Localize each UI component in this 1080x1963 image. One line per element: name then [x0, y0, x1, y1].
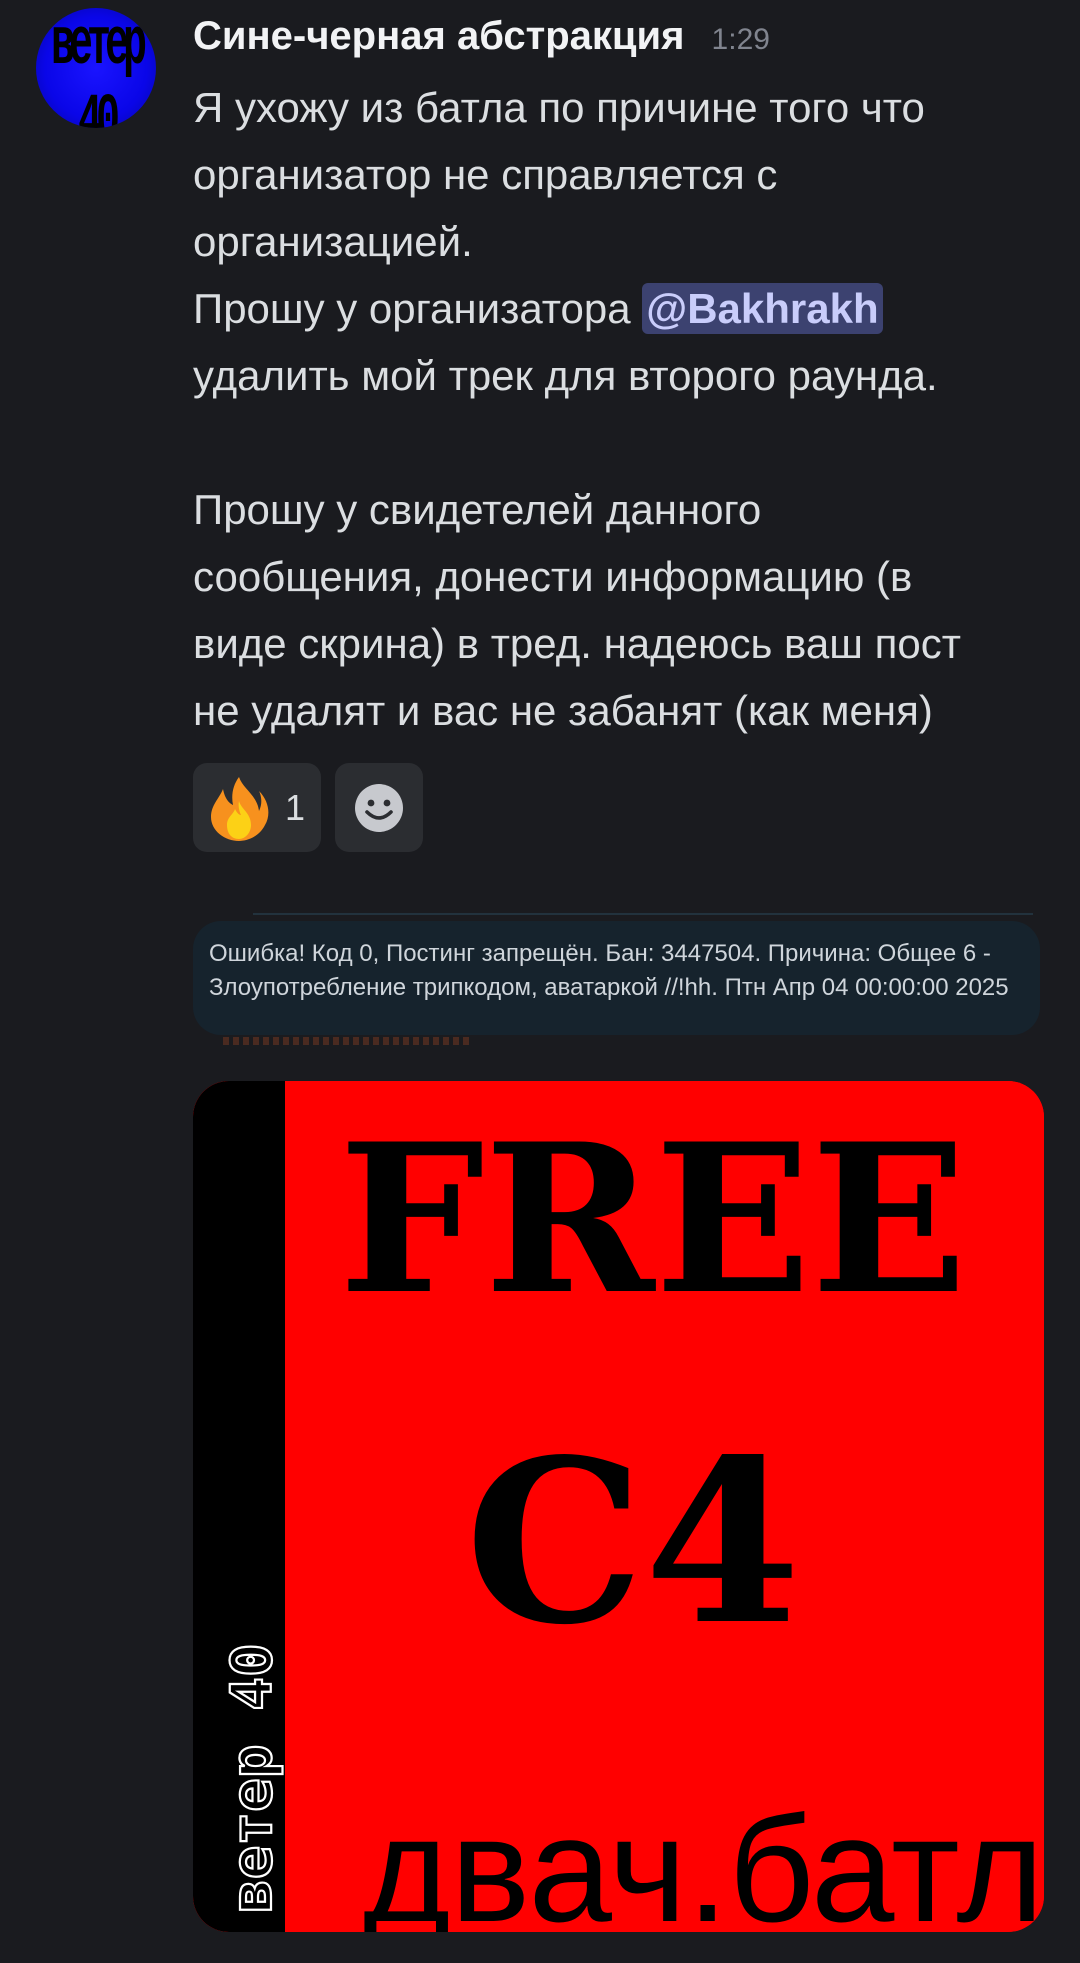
reaction-count: 1 — [285, 787, 306, 828]
error-notice: Ошибка! Код 0, Постинг запрещён. Бан: 34… — [193, 921, 1040, 1035]
divider — [253, 913, 1033, 915]
text-line: Я ухожу из батла по причине того что — [193, 84, 925, 131]
text-line: удалить мой трек для второго раунда. — [193, 352, 938, 399]
embedded-screenshot[interactable]: Ошибка! Код 0, Постинг запрещён. Бан: 34… — [193, 913, 1040, 1045]
paragraph-3: Прошу у свидетелей данного сообщения, до… — [193, 476, 1053, 744]
avatar-label: ветер 40 — [50, 8, 147, 129]
text-line: виде скрина) в тред. надеюсь ваш пост — [193, 620, 961, 667]
timestamp: 1:29 — [711, 23, 770, 56]
username[interactable]: Сине-черная абстракция — [193, 14, 684, 58]
cover-side-text: ветер 40 — [220, 1643, 285, 1913]
paragraph-2: Прошу у организатора @Bakhrakh удалить м… — [193, 275, 1053, 409]
add-reaction-icon — [355, 783, 403, 832]
text-line: Прошу у организатора — [193, 285, 643, 332]
error-text: Ошибка! Код 0, Постинг запрещён. Бан: 34… — [209, 940, 1009, 1001]
paragraph-1: Я ухожу из батла по причине того что орг… — [193, 74, 1053, 275]
reaction-fire[interactable]: 1 — [193, 763, 321, 852]
message-header: Сине-черная абстракция 1:29 — [193, 14, 770, 74]
cover-art: FREE C4 двач.батл ветер 40 — [193, 1081, 1044, 1932]
avatar[interactable]: ветер 40 — [36, 8, 156, 128]
cover-title-line2: C4 — [465, 1411, 801, 1675]
text-line: организацией. — [193, 218, 473, 265]
text-line: сообщения, донести информацию (в — [193, 553, 913, 600]
message-body: Я ухожу из батла по причине того что орг… — [193, 74, 1053, 744]
cover-bottom-text: двач.батл — [363, 1785, 1044, 1932]
cropped-text-fragment — [223, 1037, 473, 1045]
fire-icon — [211, 777, 269, 841]
user-mention[interactable]: @Bakhrakh — [642, 283, 883, 334]
cover-title-line1: FREE — [339, 1100, 967, 1340]
chat-message: ветер 40 Сине-черная абстракция 1:29 Я у… — [0, 0, 1080, 1963]
text-line: Прошу у свидетелей данного — [193, 486, 762, 533]
image-attachment[interactable]: FREE C4 двач.батл ветер 40 — [193, 1081, 1044, 1932]
add-reaction-button[interactable] — [335, 763, 423, 852]
text-line: не удалят и вас не забанят (как меня) — [193, 687, 933, 734]
text-line: организатор не справляется с — [193, 151, 778, 198]
